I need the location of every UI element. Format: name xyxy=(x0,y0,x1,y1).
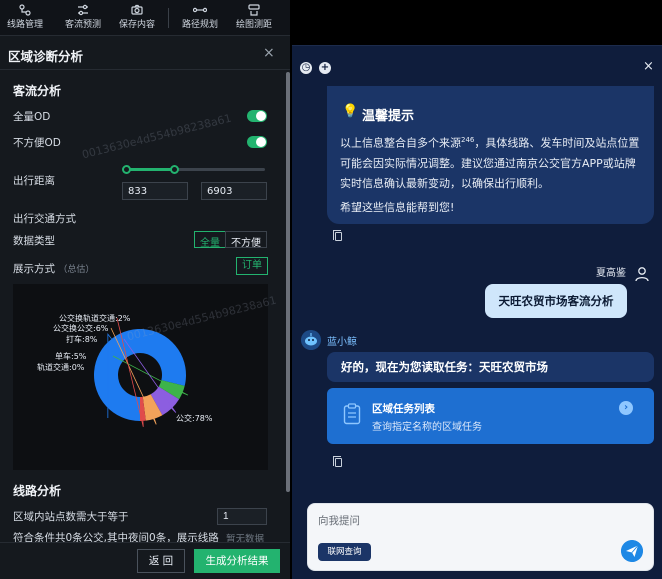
flow-section-title: 客流分析 xyxy=(13,84,62,98)
generate-result-button[interactable]: 生成分析结果 xyxy=(194,549,280,573)
donut-slice-label: 公交换公交:6% xyxy=(53,323,109,333)
toolbar-save-content[interactable]: 保存内容 xyxy=(116,2,158,34)
distance-min-input[interactable] xyxy=(122,182,188,200)
toolbar-label: 路径规划 xyxy=(181,20,218,30)
lightbulb-icon: 💡 xyxy=(342,104,359,119)
path-plan-icon xyxy=(193,7,207,13)
panel-scroll-thumb[interactable] xyxy=(286,72,290,492)
donut-chart-svg: 公交:78% 轨道交通:0%单车:5% 打车:8%公交换公交:6%公交换轨道交通:2… xyxy=(37,313,213,427)
order-button[interactable]: 订单 xyxy=(236,257,268,275)
panel-header: 区域诊断分析 × xyxy=(0,38,290,70)
back-button[interactable]: 返 回 xyxy=(137,549,185,573)
donut-slice-label: 轨道交通:0% xyxy=(37,362,85,372)
task-card-description: 查询指定名称的区域任务 xyxy=(372,422,482,433)
tip-footer: 希望这些信息能帮到您! xyxy=(340,201,455,214)
arrow-right-icon[interactable]: › xyxy=(619,401,633,415)
full-od-label: 全量OD xyxy=(13,111,51,123)
send-icon[interactable] xyxy=(621,540,643,562)
distance-slider-max-handle[interactable] xyxy=(170,165,179,174)
bot-avatar-icon xyxy=(301,330,321,350)
chat-close-icon[interactable]: × xyxy=(643,59,654,74)
toolbar-label: 客流预测 xyxy=(64,20,101,30)
line-section-title: 线路分析 xyxy=(13,484,62,498)
donut-slice-label: 打车:8% xyxy=(66,334,98,344)
region-diagnosis-panel: 线路管理 客流预测 保存内容 路径规划 绘图测距 区域诊断分析 × 客流分析 全… xyxy=(0,0,290,579)
donut-slice-label: 公交:78% xyxy=(176,413,213,423)
clipboard-icon xyxy=(343,403,361,425)
toolbar-label: 绘图测距 xyxy=(235,20,272,30)
toolbar-flow-forecast[interactable]: 客流预测 xyxy=(62,2,104,34)
tip-title: 温馨提示 xyxy=(362,109,415,124)
toolbar-measure[interactable]: 绘图测距 xyxy=(233,2,275,34)
data-type-inconvenient-tab[interactable]: 不方便 xyxy=(225,231,267,249)
full-od-toggle[interactable] xyxy=(247,110,267,122)
distance-label: 出行距离 xyxy=(13,175,55,187)
display-mode-hint: （总估） xyxy=(58,265,95,275)
tip-body-text: 以上信息整合自多个来源 xyxy=(340,136,461,150)
bot-message-bubble: 好的，现在为您读取任务：天旺农贸市场 xyxy=(327,352,654,382)
travel-mode-label: 出行交通方式 xyxy=(13,213,76,225)
distance-slider-min-handle[interactable] xyxy=(122,165,131,174)
sliders-icon xyxy=(78,4,88,16)
region-task-list-card[interactable] xyxy=(327,388,654,444)
route-manage-icon xyxy=(19,4,31,16)
close-icon[interactable]: × xyxy=(263,45,275,61)
top-toolbar: 线路管理 客流预测 保存内容 路径规划 绘图测距 xyxy=(0,0,290,36)
data-type-all-tab[interactable]: 全量 xyxy=(194,231,226,249)
display-mode-label: 展示方式 （总估） xyxy=(13,261,94,276)
donut-slice-label: 公交换轨道交通:2% xyxy=(59,313,131,323)
user-message-bubble: 天旺农贸市场客流分析 xyxy=(485,284,627,318)
user-name: 夏高鉴 xyxy=(596,268,626,279)
travel-mode-donut-chart: 公交:78% 轨道交通:0% 单车:5% 打车:8% 公交换公交:6% 公交换轨道交通:2… xyxy=(13,284,268,470)
toolbar-path-plan[interactable]: 路径规划 xyxy=(179,2,221,34)
camera-icon xyxy=(131,4,143,15)
task-card-title: 区域任务列表 xyxy=(372,403,435,415)
toolbar-route-manage[interactable]: 线路管理 xyxy=(6,2,44,34)
web-search-button[interactable]: 联网查询 xyxy=(318,543,371,561)
donut-slice-label: 单车:5% xyxy=(55,351,87,361)
distance-slider-range xyxy=(127,168,175,171)
new-chat-icon[interactable]: + xyxy=(319,62,331,74)
toolbar-divider xyxy=(168,8,169,28)
chat-input[interactable] xyxy=(318,512,618,530)
history-icon[interactable]: ◷ xyxy=(300,62,312,74)
copy-icon[interactable] xyxy=(333,230,342,241)
toolbar-label: 保存内容 xyxy=(118,20,155,30)
measure-icon xyxy=(248,4,260,16)
panel-footer: 返 回 生成分析结果 xyxy=(0,542,290,579)
copy-icon[interactable] xyxy=(333,456,342,467)
bot-name: 蓝小鲸 xyxy=(327,337,357,348)
user-avatar-icon xyxy=(635,267,649,282)
distance-max-input[interactable] xyxy=(201,182,267,200)
inconvenient-od-label: 不方便OD xyxy=(13,137,61,149)
citation-superscript[interactable]: 246 xyxy=(461,136,474,144)
toolbar-label: 线路管理 xyxy=(6,20,43,30)
watermark: 0013630e4d554b98238a61 xyxy=(80,111,233,162)
panel-title: 区域诊断分析 xyxy=(8,49,84,64)
min-stops-input[interactable] xyxy=(217,508,267,525)
display-mode-text: 展示方式 xyxy=(13,263,55,275)
data-type-label: 数据类型 xyxy=(13,235,55,247)
tip-body: 以上信息整合自多个来源246，具体线路、发车时间及站点位置可能会因实际情况调整。… xyxy=(340,130,644,194)
min-stops-label: 区域内站点数需大于等于 xyxy=(13,511,129,523)
inconvenient-od-toggle[interactable] xyxy=(247,136,267,148)
